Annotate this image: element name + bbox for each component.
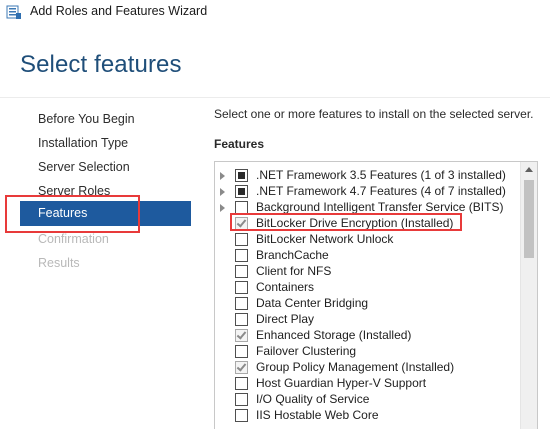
page-title: Select features — [20, 51, 182, 78]
feature-label: Direct Play — [256, 312, 315, 326]
feature-label: Group Policy Management (Installed) — [256, 360, 455, 374]
nav-results: Results — [38, 256, 80, 270]
feature-label: BitLocker Network Unlock — [256, 232, 394, 246]
feature-row[interactable]: Group Policy Management (Installed) — [215, 360, 515, 376]
feature-checkbox[interactable] — [235, 313, 248, 326]
window-title: Add Roles and Features Wizard — [30, 4, 208, 18]
expand-arrow-icon[interactable] — [220, 204, 225, 212]
feature-label: Host Guardian Hyper-V Support — [256, 376, 427, 390]
feature-row[interactable]: BranchCache — [215, 248, 515, 264]
nav-server-roles[interactable]: Server Roles — [38, 184, 110, 198]
title-bar: Add Roles and Features Wizard — [0, 0, 550, 24]
feature-row[interactable]: BitLocker Drive Encryption (Installed) — [215, 216, 515, 232]
feature-checkbox[interactable] — [235, 393, 248, 406]
feature-label: I/O Quality of Service — [256, 392, 370, 406]
scroll-up-arrow-icon[interactable] — [525, 167, 533, 172]
feature-row[interactable]: BitLocker Network Unlock — [215, 232, 515, 248]
feature-label: .NET Framework 4.7 Features (4 of 7 inst… — [256, 184, 506, 198]
nav-features[interactable]: Features — [20, 201, 191, 226]
feature-checkbox[interactable] — [235, 409, 248, 422]
feature-checkbox[interactable] — [235, 233, 248, 246]
feature-label: Data Center Bridging — [256, 296, 369, 310]
feature-checkbox — [235, 361, 248, 374]
feature-row[interactable]: IIS Hostable Web Core — [215, 408, 515, 424]
feature-label: Containers — [256, 280, 315, 294]
feature-checkbox[interactable] — [235, 185, 248, 198]
feature-label: BranchCache — [256, 248, 329, 262]
feature-label: Client for NFS — [256, 264, 332, 278]
vertical-scrollbar[interactable] — [520, 162, 537, 429]
features-heading: Features — [214, 137, 265, 151]
instruction-text: Select one or more features to install o… — [214, 107, 534, 121]
feature-checkbox — [235, 329, 248, 342]
feature-row[interactable]: Data Center Bridging — [215, 296, 515, 312]
feature-checkbox[interactable] — [235, 249, 248, 262]
feature-checkbox[interactable] — [235, 377, 248, 390]
scroll-thumb[interactable] — [524, 180, 534, 258]
feature-label: BitLocker Drive Encryption (Installed) — [256, 216, 454, 230]
feature-checkbox[interactable] — [235, 281, 248, 294]
feature-checkbox[interactable] — [235, 265, 248, 278]
feature-checkbox[interactable] — [235, 169, 248, 182]
nav-server-selection[interactable]: Server Selection — [38, 160, 130, 174]
server-manager-icon — [6, 5, 21, 19]
nav-confirmation: Confirmation — [38, 232, 109, 246]
feature-checkbox — [235, 217, 248, 230]
feature-row[interactable]: .NET Framework 3.5 Features (1 of 3 inst… — [215, 168, 515, 184]
feature-row[interactable]: Containers — [215, 280, 515, 296]
expand-arrow-icon[interactable] — [220, 172, 225, 180]
feature-row[interactable]: Client for NFS — [215, 264, 515, 280]
feature-checkbox[interactable] — [235, 297, 248, 310]
features-tree[interactable]: .NET Framework 3.5 Features (1 of 3 inst… — [214, 161, 538, 429]
feature-checkbox[interactable] — [235, 201, 248, 214]
expand-arrow-icon[interactable] — [220, 188, 225, 196]
feature-row[interactable]: I/O Quality of Service — [215, 392, 515, 408]
feature-row[interactable]: .NET Framework 4.7 Features (4 of 7 inst… — [215, 184, 515, 200]
feature-label: Background Intelligent Transfer Service … — [256, 200, 504, 214]
nav-before-you-begin[interactable]: Before You Begin — [38, 112, 135, 126]
feature-label: Enhanced Storage (Installed) — [256, 328, 412, 342]
feature-row[interactable]: Failover Clustering — [215, 344, 515, 360]
nav-installation-type[interactable]: Installation Type — [38, 136, 128, 150]
feature-label: .NET Framework 3.5 Features (1 of 3 inst… — [256, 168, 506, 182]
feature-label: Failover Clustering — [256, 344, 357, 358]
feature-checkbox[interactable] — [235, 345, 248, 358]
header-divider — [0, 97, 550, 98]
feature-row[interactable]: Enhanced Storage (Installed) — [215, 328, 515, 344]
feature-row[interactable]: Background Intelligent Transfer Service … — [215, 200, 515, 216]
feature-label: IIS Hostable Web Core — [256, 408, 379, 422]
feature-row[interactable]: Direct Play — [215, 312, 515, 328]
feature-row[interactable]: Host Guardian Hyper-V Support — [215, 376, 515, 392]
nav-features-label: Features — [38, 206, 88, 220]
